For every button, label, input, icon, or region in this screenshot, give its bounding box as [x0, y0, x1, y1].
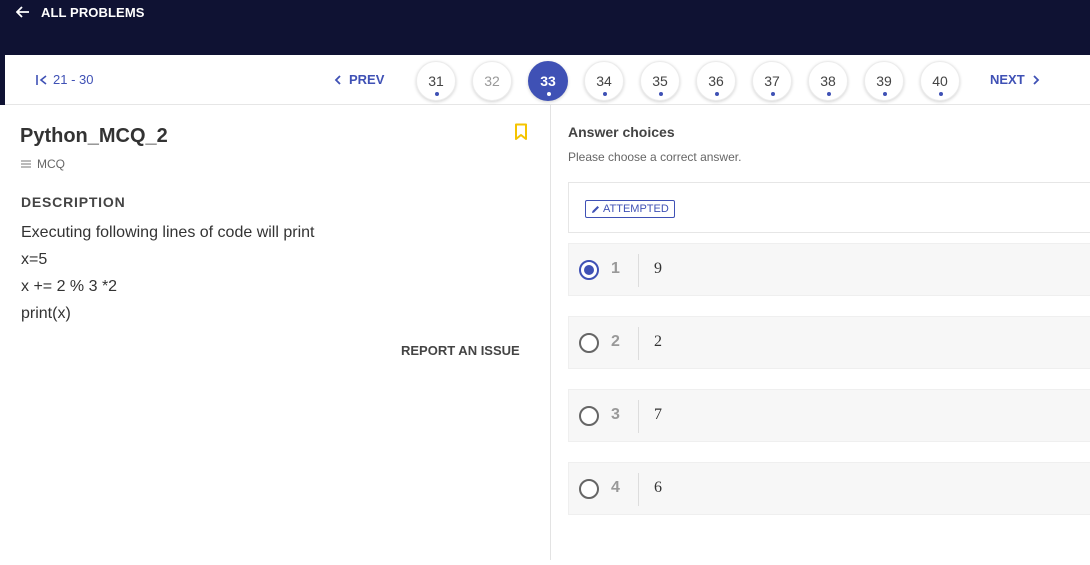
page-status-dot	[715, 92, 719, 96]
page-status-dot	[435, 92, 439, 96]
prev-button[interactable]: PREV	[334, 72, 384, 87]
page-status-dot	[939, 92, 943, 96]
status-box: ATTEMPTED	[568, 182, 1090, 233]
page-status-dot	[659, 92, 663, 96]
option-value: 7	[654, 406, 662, 423]
problem-pager: 21 - 30 PREV 31 32 33 34 35 36 37 38 39 40 NEXT	[0, 55, 1090, 105]
page-number: 37	[764, 73, 780, 89]
option-divider	[638, 254, 639, 287]
radio-button[interactable]	[579, 406, 599, 426]
prev-label: PREV	[349, 72, 385, 87]
description-line: x=5	[21, 251, 48, 268]
pager-accent	[0, 55, 5, 105]
page-number: 31	[428, 73, 444, 89]
chevron-left-icon	[334, 74, 341, 85]
option-divider	[638, 400, 639, 433]
problem-type: MCQ	[21, 157, 65, 171]
radio-button[interactable]	[579, 260, 599, 280]
list-icon	[21, 160, 31, 168]
range-label: 21 - 30	[53, 72, 94, 87]
option-value: 6	[654, 479, 662, 496]
page-35[interactable]: 35	[640, 61, 680, 101]
description-text: Executing following lines of code will p…	[21, 223, 314, 331]
pencil-icon	[592, 205, 599, 213]
option-value: 9	[654, 260, 662, 277]
page-number: 39	[876, 73, 892, 89]
page-37[interactable]: 37	[752, 61, 792, 101]
page-36[interactable]: 36	[696, 61, 736, 101]
page-number: 38	[820, 73, 836, 89]
option-number: 2	[611, 333, 620, 350]
page-status-dot	[547, 92, 551, 96]
answer-choices-heading: Answer choices	[568, 124, 675, 140]
option-divider	[638, 327, 639, 360]
answer-option[interactable]: 2 2	[568, 316, 1090, 369]
radio-button[interactable]	[579, 333, 599, 353]
page-status-dot	[883, 92, 887, 96]
page-status-dot	[771, 92, 775, 96]
page-status-dot	[827, 92, 831, 96]
answer-choices-subheading: Please choose a correct answer.	[568, 150, 742, 164]
report-issue-link[interactable]: REPORT AN ISSUE	[401, 343, 520, 358]
page-38[interactable]: 38	[808, 61, 848, 101]
status-label: ATTEMPTED	[603, 203, 669, 215]
arrow-left-icon	[16, 6, 29, 18]
radio-button[interactable]	[579, 479, 599, 499]
page-number: 40	[932, 73, 948, 89]
top-bar: ALL PROBLEMS	[0, 0, 1090, 55]
page-32[interactable]: 32	[472, 61, 512, 101]
range-link[interactable]: 21 - 30	[36, 72, 93, 87]
problem-type-label: MCQ	[37, 157, 65, 171]
next-button[interactable]: NEXT	[990, 72, 1040, 87]
page-status-dot	[603, 92, 607, 96]
page-34[interactable]: 34	[584, 61, 624, 101]
page-31[interactable]: 31	[416, 61, 456, 101]
option-value: 2	[654, 333, 662, 350]
description-heading: DESCRIPTION	[21, 194, 126, 210]
option-number: 3	[611, 406, 620, 423]
bookmark-button[interactable]	[514, 123, 528, 146]
answer-option[interactable]: 3 7	[568, 389, 1090, 442]
page-39[interactable]: 39	[864, 61, 904, 101]
status-badge: ATTEMPTED	[585, 200, 675, 218]
all-problems-label: ALL PROBLEMS	[41, 4, 145, 20]
description-line: print(x)	[21, 305, 71, 322]
page-number: 36	[708, 73, 724, 89]
problem-title: Python_MCQ_2	[20, 125, 168, 147]
page-number: 32	[484, 73, 500, 89]
option-number: 1	[611, 260, 620, 277]
answer-option[interactable]: 4 6	[568, 462, 1090, 515]
description-line: x += 2 % 3 *2	[21, 278, 118, 295]
description-line: Executing following lines of code will p…	[21, 224, 315, 241]
page-33[interactable]: 33	[528, 61, 568, 101]
page-number: 35	[652, 73, 668, 89]
next-label: NEXT	[990, 72, 1025, 87]
all-problems-link[interactable]: ALL PROBLEMS	[16, 3, 145, 21]
option-number: 4	[611, 479, 620, 496]
problem-pane: Python_MCQ_2 MCQ DESCRIPTION Executing f…	[5, 105, 551, 560]
answer-pane: Answer choices Please choose a correct a…	[552, 105, 1090, 565]
page-number: 33	[540, 73, 556, 89]
answer-option[interactable]: 1 9	[568, 243, 1090, 296]
option-divider	[638, 473, 639, 506]
bookmark-icon	[515, 123, 527, 140]
first-page-icon	[36, 74, 47, 85]
page-40[interactable]: 40	[920, 61, 960, 101]
page-number: 34	[596, 73, 612, 89]
chevron-right-icon	[1033, 74, 1039, 85]
